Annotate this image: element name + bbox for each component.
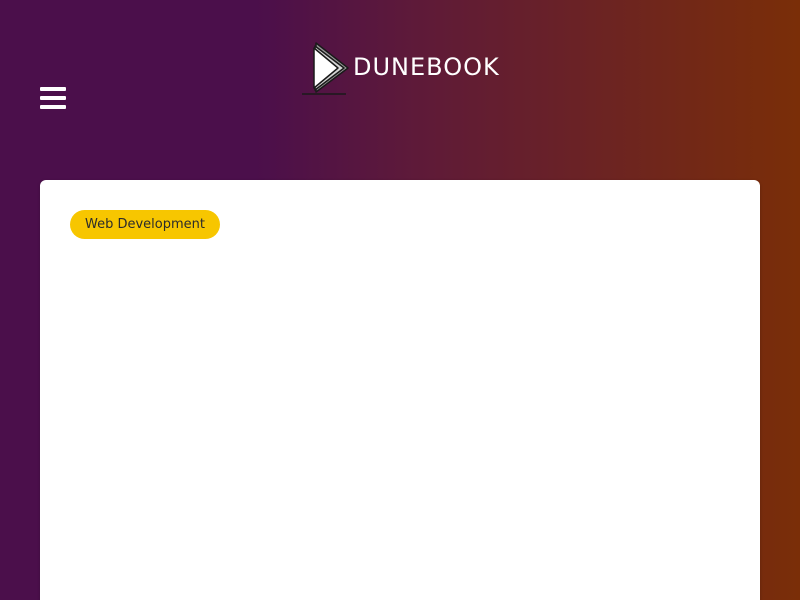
hamburger-menu-icon[interactable]: [40, 86, 66, 110]
menu-bar-middle: [40, 96, 66, 100]
play-book-logo-icon: [302, 42, 349, 95]
menu-bar-bottom: [40, 105, 66, 109]
menu-bar-top: [40, 87, 66, 91]
site-logo-link[interactable]: DUNEBOOK: [300, 40, 500, 98]
logo-wordmark: DUNEBOOK: [353, 53, 500, 81]
content-card: Web Development: [40, 180, 760, 600]
category-tag[interactable]: Web Development: [70, 210, 220, 239]
